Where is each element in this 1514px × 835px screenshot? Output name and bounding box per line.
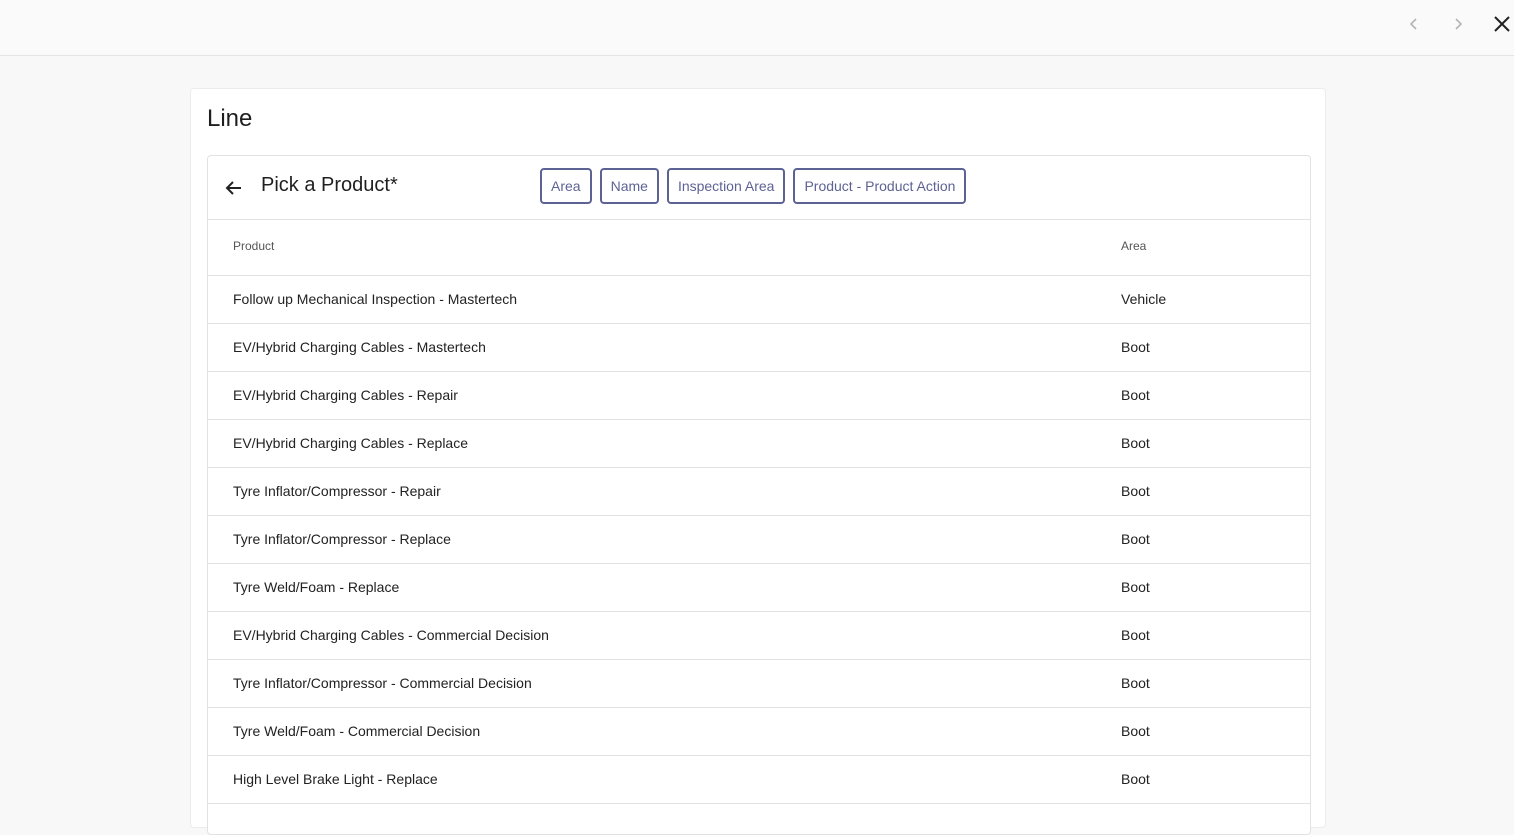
cell-product: Follow up Mechanical Inspection - Master… bbox=[233, 291, 518, 307]
cell-product: Tyre Weld/Foam - Commercial Decision bbox=[233, 723, 481, 739]
cell-product: Tyre Inflator/Compressor - Commercial De… bbox=[233, 675, 532, 691]
cell-product: EV/Hybrid Charging Cables - Repair bbox=[233, 387, 458, 403]
chip-inspection-area[interactable]: Inspection Area bbox=[666, 168, 786, 204]
table-row[interactable]: Tyre Inflator/Compressor - Commercial De… bbox=[208, 660, 1310, 708]
cell-product: Tyre Weld/Foam - Replace bbox=[233, 579, 400, 595]
table-row[interactable]: High Level Brake Light - Replace Boot bbox=[208, 756, 1310, 804]
filter-chips: Area Name Inspection Area Product - Prod… bbox=[540, 168, 967, 204]
header-area[interactable]: Area bbox=[1121, 239, 1146, 253]
next-button[interactable] bbox=[1446, 12, 1470, 36]
cell-area: Boot bbox=[1121, 771, 1150, 787]
cell-area: Boot bbox=[1121, 339, 1150, 355]
picker-header: Pick a Product* Area Name Inspection Are… bbox=[208, 156, 1310, 220]
cell-area: Boot bbox=[1121, 627, 1150, 643]
table-row[interactable]: EV/Hybrid Charging Cables - Replace Boot bbox=[208, 420, 1310, 468]
table-row[interactable]: EV/Hybrid Charging Cables - Mastertech B… bbox=[208, 324, 1310, 372]
card-title: Line bbox=[207, 105, 253, 132]
cell-area: Boot bbox=[1121, 675, 1150, 691]
cell-area: Vehicle bbox=[1121, 291, 1167, 307]
table-row[interactable]: EV/Hybrid Charging Cables - Commercial D… bbox=[208, 612, 1310, 660]
chip-area[interactable]: Area bbox=[540, 168, 592, 204]
arrow-left-icon bbox=[225, 181, 241, 195]
line-card: Line Pick a Product* Area Name Inspectio… bbox=[190, 88, 1326, 835]
cell-area: Boot bbox=[1121, 387, 1150, 403]
table-row[interactable]: Tyre Inflator/Compressor - Repair Boot bbox=[208, 468, 1310, 516]
table-row[interactable]: Tyre Inflator/Compressor - Replace Boot bbox=[208, 516, 1310, 564]
chevron-left-icon bbox=[1409, 18, 1417, 30]
cell-area: Boot bbox=[1121, 579, 1150, 595]
cell-area: Boot bbox=[1121, 483, 1150, 499]
picker-title: Pick a Product* bbox=[261, 174, 398, 196]
close-button[interactable] bbox=[1490, 12, 1514, 36]
table-row[interactable]: EV/Hybrid Charging Cables - Repair Boot bbox=[208, 372, 1310, 420]
cell-product: High Level Brake Light - Replace bbox=[233, 771, 438, 787]
close-icon bbox=[1494, 16, 1510, 32]
header-product[interactable]: Product bbox=[233, 239, 274, 253]
top-bar bbox=[0, 0, 1514, 56]
product-picker: Pick a Product* Area Name Inspection Are… bbox=[207, 155, 1311, 835]
previous-button[interactable] bbox=[1402, 12, 1426, 36]
cell-product: EV/Hybrid Charging Cables - Commercial D… bbox=[233, 627, 549, 643]
cell-product: Tyre Inflator/Compressor - Repair bbox=[233, 483, 441, 499]
back-button[interactable] bbox=[222, 176, 246, 200]
cell-area: Boot bbox=[1121, 531, 1150, 547]
product-table: Product Area Follow up Mechanical Inspec… bbox=[208, 220, 1310, 804]
table-row[interactable]: Tyre Weld/Foam - Commercial Decision Boo… bbox=[208, 708, 1310, 756]
cell-product: Tyre Inflator/Compressor - Replace bbox=[233, 531, 451, 547]
chevron-right-icon bbox=[1455, 18, 1463, 30]
chip-product-action[interactable]: Product - Product Action bbox=[793, 168, 967, 204]
chip-name[interactable]: Name bbox=[599, 168, 659, 204]
table-row[interactable]: Follow up Mechanical Inspection - Master… bbox=[208, 276, 1310, 324]
table-header: Product Area bbox=[208, 220, 1310, 276]
cell-product: EV/Hybrid Charging Cables - Mastertech bbox=[233, 339, 486, 355]
cell-area: Boot bbox=[1121, 723, 1150, 739]
cell-product: EV/Hybrid Charging Cables - Replace bbox=[233, 435, 468, 451]
cell-area: Boot bbox=[1121, 435, 1150, 451]
table-row[interactable]: Tyre Weld/Foam - Replace Boot bbox=[208, 564, 1310, 612]
